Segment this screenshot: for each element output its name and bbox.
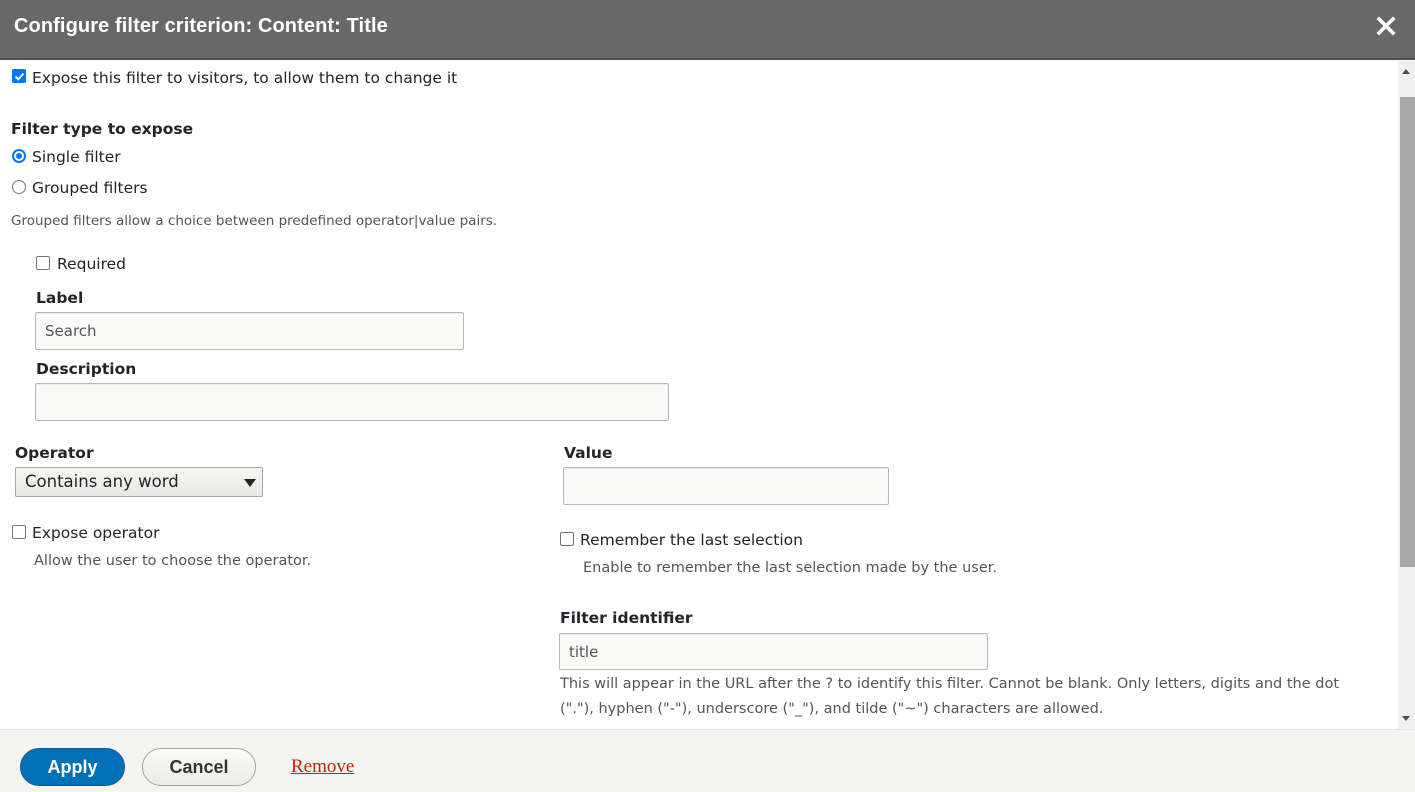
dialog-footer: Apply Cancel Remove	[0, 729, 1415, 792]
dialog-title: Configure filter criterion: Content: Tit…	[14, 15, 388, 37]
scrollbar-thumb[interactable]	[1400, 97, 1415, 567]
filter-type-heading: Filter type to expose	[11, 120, 194, 138]
description-input[interactable]	[35, 383, 669, 421]
expose-operator-description: Allow the user to choose the operator.	[34, 553, 312, 569]
dialog-titlebar: Configure filter criterion: Content: Tit…	[0, 0, 1415, 60]
content-scrollbar[interactable]	[1398, 61, 1415, 729]
chevron-down-icon	[244, 479, 256, 487]
filter-identifier-label: Filter identifier	[560, 609, 693, 627]
remember-selection-label: Remember the last selection	[580, 531, 803, 549]
operator-selected-value: Contains any word	[25, 472, 179, 491]
grouped-filters-label: Grouped filters	[32, 179, 148, 197]
expose-operator-label: Expose operator	[32, 524, 160, 542]
apply-button[interactable]: Apply	[20, 748, 125, 786]
expose-filter-label: Expose this filter to visitors, to allow…	[32, 69, 458, 87]
label-input[interactable]	[35, 312, 464, 350]
configure-filter-dialog: Configure filter criterion: Content: Tit…	[0, 0, 1415, 792]
expose-operator-checkbox[interactable]	[12, 525, 26, 539]
required-label: Required	[57, 255, 126, 273]
filter-type-description: Grouped filters allow a choice between p…	[11, 213, 498, 229]
required-checkbox[interactable]	[36, 256, 50, 270]
value-label: Value	[564, 444, 613, 462]
label-field-label: Label	[36, 289, 84, 307]
scroll-down-icon[interactable]	[1402, 716, 1410, 721]
remove-link[interactable]: Remove	[291, 756, 354, 778]
single-filter-radio[interactable]	[12, 149, 26, 163]
cancel-button[interactable]: Cancel	[142, 748, 256, 786]
filter-identifier-input[interactable]	[559, 633, 988, 670]
operator-select[interactable]: Contains any word	[15, 467, 263, 497]
scroll-up-icon[interactable]	[1402, 69, 1410, 74]
remember-selection-checkbox[interactable]	[560, 532, 574, 546]
description-field-label: Description	[36, 360, 137, 378]
close-icon[interactable]	[1376, 16, 1396, 36]
grouped-filters-radio[interactable]	[12, 180, 26, 194]
operator-label: Operator	[15, 444, 94, 462]
value-input[interactable]	[563, 467, 889, 505]
remember-selection-description: Enable to remember the last selection ma…	[583, 560, 997, 576]
filter-identifier-help-line2: ("."), hyphen ("-"), underscore ("_"), a…	[560, 701, 1104, 717]
single-filter-label: Single filter	[32, 148, 121, 166]
filter-identifier-help-line1: This will appear in the URL after the ? …	[560, 676, 1340, 692]
expose-filter-checkbox[interactable]	[12, 69, 26, 83]
dialog-content: Expose this filter to visitors, to allow…	[0, 61, 1398, 729]
